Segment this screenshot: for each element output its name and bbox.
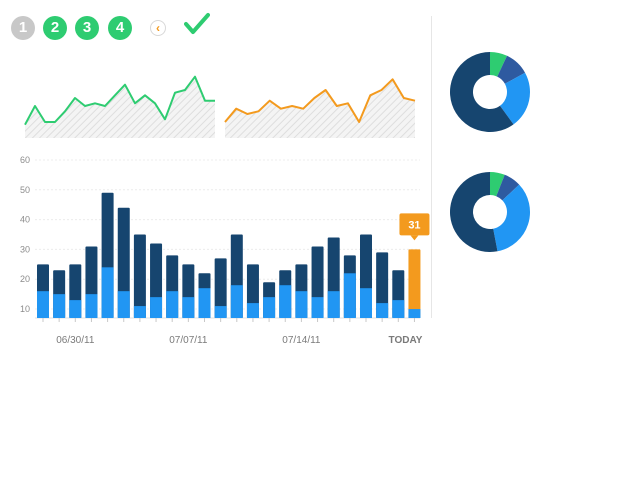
bar-segment [343, 273, 356, 318]
y-tick-label: 40 [20, 215, 30, 225]
bar-segment [263, 297, 276, 318]
y-tick-label: 50 [20, 185, 30, 195]
y-tick-label: 10 [20, 304, 30, 314]
bar-segment [327, 291, 340, 318]
x-tick-label: TODAY [389, 335, 423, 346]
value-tooltip-pointer [410, 235, 419, 241]
x-tick-label: 07/14/11 [282, 335, 321, 346]
bar-segment [101, 267, 114, 318]
bar-total [133, 234, 146, 318]
green-sparkline-area [25, 76, 215, 138]
bar-segment [133, 306, 146, 318]
orange-sparkline-area [225, 79, 415, 138]
x-tick-label: 06/30/11 [56, 335, 95, 346]
y-tick-label: 60 [20, 155, 30, 165]
bar-segment [360, 288, 372, 318]
value-tooltip-label: 31 [408, 219, 420, 231]
bar-segment [198, 288, 211, 318]
x-tick-label: 07/07/11 [169, 335, 208, 346]
bar-segment [53, 294, 66, 318]
bar-segment [392, 300, 405, 318]
bar-segment [295, 291, 308, 318]
bar-segment [214, 306, 227, 318]
bar-segment [166, 291, 179, 318]
dashboard-charts: 10 20 30 40 50 60 06/30/11 07/07/11 07/14/11 TODA… [20, 52, 530, 346]
bar-segment [408, 309, 421, 318]
y-tick-label: 30 [20, 244, 30, 254]
y-tick-label: 20 [20, 274, 30, 284]
bar-segment [37, 291, 49, 318]
bar-segment [246, 303, 259, 318]
bar-segment [376, 303, 389, 318]
bar-segment [150, 297, 163, 318]
bar-segment [279, 285, 292, 318]
bar-segment [85, 294, 98, 318]
bar-segment [230, 285, 243, 318]
bar-segment [311, 297, 324, 318]
bar-segment [182, 297, 195, 318]
bar-segment [117, 291, 130, 318]
bar-segment [69, 300, 82, 318]
bar-total [408, 249, 421, 318]
